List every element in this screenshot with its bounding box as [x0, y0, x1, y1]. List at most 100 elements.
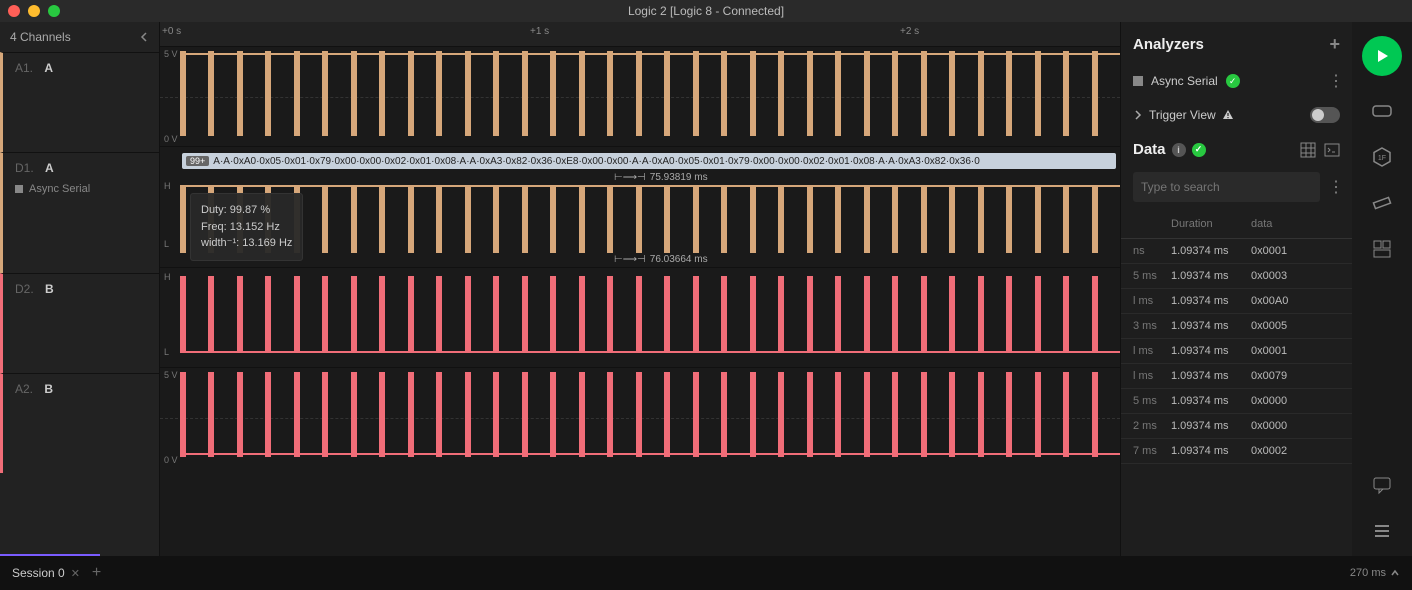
table-row[interactable]: l ms1.09374 ms0x0001 [1121, 339, 1352, 364]
waveform-a2[interactable]: 5 V 0 V [160, 367, 1120, 467]
channel-analyzer-tag: Async Serial [15, 183, 147, 195]
cell-time: l ms [1133, 345, 1171, 357]
cell-data: 0x0000 [1251, 395, 1340, 407]
cell-duration: 1.09374 ms [1171, 420, 1251, 432]
data-header: Data i ✓ [1121, 131, 1352, 164]
cell-duration: 1.09374 ms [1171, 370, 1251, 382]
ruler-icon[interactable] [1371, 192, 1393, 214]
channel-name: A [44, 61, 53, 75]
table-row[interactable]: l ms1.09374 ms0x00A0 [1121, 289, 1352, 314]
data-menu-button[interactable]: ⋮ [1328, 177, 1340, 197]
channel-index: A2. [15, 382, 33, 396]
table-row[interactable]: 5 ms1.09374 ms0x0000 [1121, 389, 1352, 414]
decode-overflow-badge: 99+ [186, 156, 209, 166]
channel-row-d2[interactable]: D2. B [0, 273, 159, 373]
y-label: 0 V [164, 455, 178, 465]
waveform-a1[interactable]: 5 V 0 V [160, 46, 1120, 146]
time-ruler[interactable]: +0 s +1 s +2 s [160, 22, 1120, 46]
table-row[interactable]: 3 ms1.09374 ms0x0005 [1121, 314, 1352, 339]
check-icon: ✓ [1226, 74, 1240, 88]
cell-duration: 1.09374 ms [1171, 270, 1251, 282]
cell-duration: 1.09374 ms [1171, 295, 1251, 307]
info-icon[interactable]: i [1172, 143, 1186, 157]
session-label: Session 0 [12, 566, 65, 580]
y-label: L [164, 347, 169, 357]
cell-data: 0x0079 [1251, 370, 1340, 382]
menu-icon[interactable] [1371, 520, 1393, 542]
waveform-d1[interactable]: 99+ A·A·0xA0·0x05·0x01·0x79·0x00·0x00·0x… [160, 146, 1120, 267]
hex-icon[interactable]: 1F [1371, 146, 1393, 168]
analyzers-title: Analyzers [1133, 36, 1204, 53]
data-search-input[interactable] [1133, 172, 1320, 202]
table-row[interactable]: 7 ms1.09374 ms0x0002 [1121, 439, 1352, 464]
add-session-button[interactable]: + [92, 564, 101, 582]
channel-row-d1[interactable]: D1. A Async Serial [0, 152, 159, 273]
trigger-view-row[interactable]: Trigger View [1121, 99, 1352, 131]
waveform-d2[interactable]: H L [160, 267, 1120, 367]
time-tick: +0 s [162, 26, 181, 37]
table-row[interactable]: 5 ms1.09374 ms0x0003 [1121, 264, 1352, 289]
cell-data: 0x0000 [1251, 420, 1340, 432]
right-rail: 1F [1352, 22, 1412, 556]
waveform-viewport[interactable]: +0 s +1 s +2 s 5 V 0 V 99+ A·A·0xA0·0x05… [160, 22, 1120, 556]
time-tick: +2 s [900, 26, 919, 37]
table-row[interactable]: l ms1.09374 ms0x0079 [1121, 364, 1352, 389]
zoom-indicator[interactable]: 270 ms [1350, 567, 1400, 579]
cell-time: l ms [1133, 370, 1171, 382]
analyzer-item[interactable]: Async Serial ✓ ⋮ [1121, 63, 1352, 99]
chevron-right-icon [1133, 110, 1143, 120]
device-icon[interactable] [1371, 100, 1393, 122]
check-icon: ✓ [1192, 143, 1206, 157]
cell-time: 2 ms [1133, 420, 1171, 432]
layout-icon[interactable] [1371, 238, 1393, 260]
y-label: L [164, 239, 169, 249]
square-icon [15, 185, 23, 193]
table-row[interactable]: 2 ms1.09374 ms0x0000 [1121, 414, 1352, 439]
decode-strip[interactable]: 99+ A·A·0xA0·0x05·0x01·0x79·0x00·0x00·0x… [182, 153, 1116, 169]
play-icon [1374, 48, 1390, 64]
cell-data: 0x0003 [1251, 270, 1340, 282]
data-table[interactable]: Duration data ns1.09374 ms0x00015 ms1.09… [1121, 210, 1352, 556]
cell-duration: 1.09374 ms [1171, 320, 1251, 332]
capture-button[interactable] [1362, 36, 1402, 76]
cell-data: 0x0001 [1251, 345, 1340, 357]
session-tab[interactable]: Session 0 ✕ [12, 566, 80, 580]
cell-duration: 1.09374 ms [1171, 345, 1251, 357]
channel-index: D2. [15, 282, 34, 296]
y-label: 0 V [164, 134, 178, 144]
cell-time: 5 ms [1133, 395, 1171, 407]
table-header: Duration data [1121, 210, 1352, 239]
analyzers-header: Analyzers + [1121, 22, 1352, 63]
table-row[interactable]: ns1.09374 ms0x0001 [1121, 239, 1352, 264]
analyzer-label: Async Serial [1151, 74, 1218, 88]
channel-row-a2[interactable]: A2. B [0, 373, 159, 473]
trigger-label: Trigger View [1149, 108, 1216, 122]
table-view-icon[interactable] [1300, 142, 1316, 158]
chevron-left-icon [139, 32, 149, 42]
zoom-value: 270 ms [1350, 567, 1386, 579]
channel-name: A [45, 161, 54, 175]
col-head-data: data [1251, 218, 1340, 230]
trigger-toggle[interactable] [1310, 107, 1340, 123]
measurement-tooltip: Duty: 99.87 % Freq: 13.152 Hz width⁻¹: 1… [190, 193, 303, 261]
cell-time: 5 ms [1133, 270, 1171, 282]
tooltip-duty: Duty: 99.87 % [201, 202, 292, 219]
data-search-row: ⋮ [1121, 164, 1352, 210]
chevron-up-icon [1390, 568, 1400, 578]
close-tab-icon[interactable]: ✕ [71, 567, 80, 580]
measurement-bottom: ⊢⟶⊣ 76.03664 ms [610, 254, 708, 265]
data-title: Data [1133, 141, 1166, 158]
bottom-bar: Session 0 ✕ + 270 ms [0, 556, 1412, 590]
chat-icon[interactable] [1371, 474, 1393, 496]
tooltip-freq: Freq: 13.152 Hz [201, 219, 292, 236]
analyzer-menu-button[interactable]: ⋮ [1328, 71, 1340, 91]
terminal-view-icon[interactable] [1324, 142, 1340, 158]
channel-row-a1[interactable]: A1. A [0, 52, 159, 152]
cell-time: 7 ms [1133, 445, 1171, 457]
cell-data: 0x0001 [1251, 245, 1340, 257]
analyzer-name: Async Serial [29, 183, 90, 195]
add-analyzer-button[interactable]: + [1329, 34, 1340, 55]
channel-header[interactable]: 4 Channels [0, 22, 159, 52]
channel-index: D1. [15, 161, 34, 175]
col-head-a [1133, 218, 1171, 230]
